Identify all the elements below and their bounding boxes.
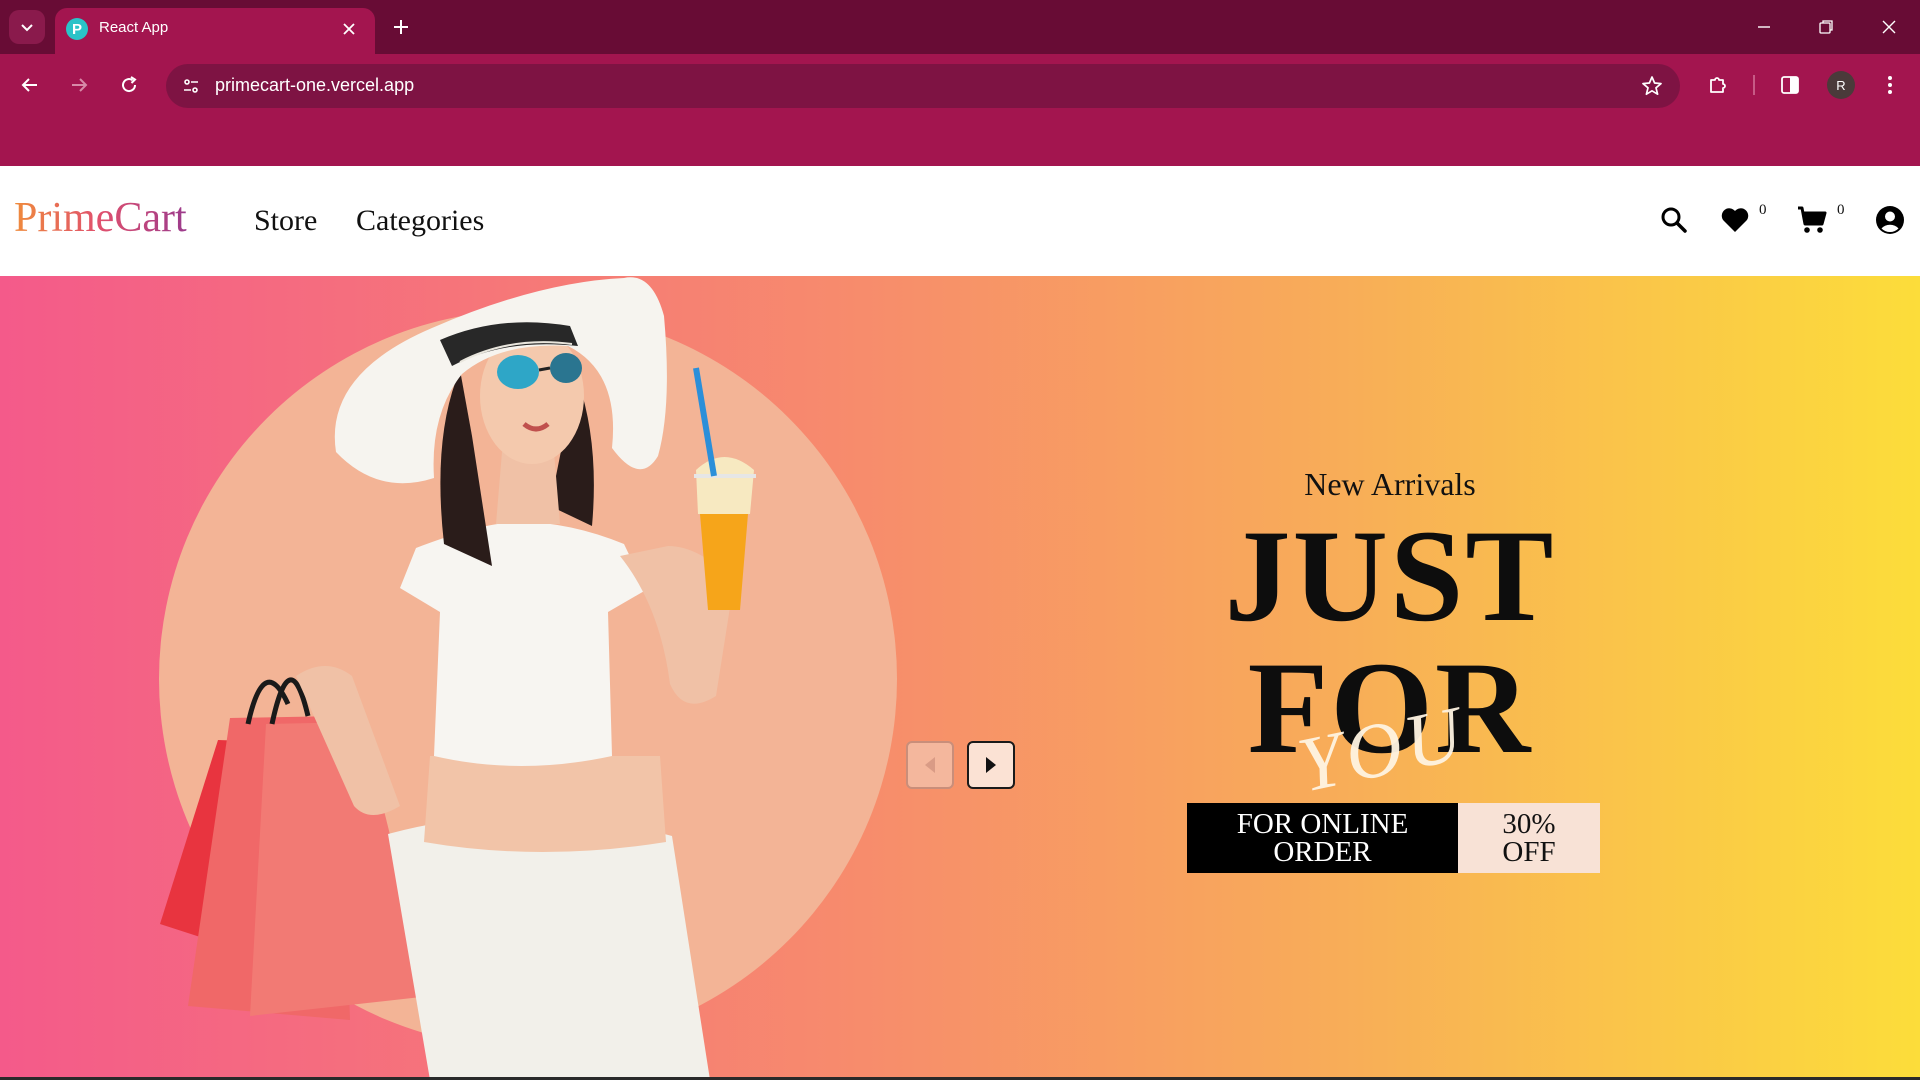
toolbar-separator xyxy=(1753,75,1755,95)
browser-tabstrip: P React App xyxy=(0,0,1920,54)
carousel-prev-button[interactable] xyxy=(906,741,954,789)
address-bar[interactable]: primecart-one.vercel.app xyxy=(166,64,1680,108)
caret-left-icon xyxy=(925,757,935,773)
search-icon xyxy=(1661,207,1687,233)
promo-online-order: FOR ONLINE ORDER xyxy=(1187,803,1458,873)
cart-count: 0 xyxy=(1837,202,1845,218)
cart-button[interactable] xyxy=(1794,202,1830,238)
carousel-next-button[interactable] xyxy=(967,741,1015,789)
arrow-right-icon xyxy=(72,78,88,92)
site-header: PrimeCart Store Categories 0 0 xyxy=(0,166,1920,276)
browser-tab-active[interactable]: P React App xyxy=(55,8,375,54)
heart-icon xyxy=(1721,208,1749,232)
back-button[interactable] xyxy=(13,68,47,102)
site-logo[interactable]: PrimeCart xyxy=(14,194,187,242)
arrow-left-icon xyxy=(21,78,37,92)
side-panel-icon xyxy=(1781,76,1799,94)
minimize-button[interactable] xyxy=(1744,10,1784,44)
site-info-button[interactable] xyxy=(176,71,206,101)
restore-button[interactable] xyxy=(1806,10,1846,44)
forward-button[interactable] xyxy=(62,68,96,102)
hero-model-image xyxy=(160,277,756,1080)
hero-eyebrow: New Arrivals xyxy=(1304,466,1476,502)
new-tab-button[interactable] xyxy=(386,12,416,42)
shopping-bags-icon xyxy=(160,677,430,1020)
hero-banner: New Arrivals JUST FOR YOU FOR ONLINE ORD… xyxy=(0,276,1920,1080)
plus-icon xyxy=(394,20,408,34)
nav-store[interactable]: Store xyxy=(254,204,317,238)
caret-right-icon xyxy=(986,757,996,773)
minimize-icon xyxy=(1758,26,1770,28)
url-text: primecart-one.vercel.app xyxy=(215,75,415,95)
tab-close-button[interactable] xyxy=(337,17,361,41)
promo-discount: 30% OFF xyxy=(1458,803,1600,873)
reload-icon xyxy=(122,76,137,93)
close-window-button[interactable] xyxy=(1869,10,1909,44)
favicon-icon: P xyxy=(66,18,88,40)
account-button[interactable] xyxy=(1872,202,1908,238)
tab-search-button[interactable] xyxy=(9,10,45,44)
account-icon xyxy=(1876,206,1904,234)
search-button[interactable] xyxy=(1656,202,1692,238)
puzzle-icon xyxy=(1710,77,1726,93)
close-icon xyxy=(343,23,355,35)
wishlist-count: 0 xyxy=(1759,202,1767,218)
tab-title: React App xyxy=(99,19,169,36)
side-panel-button[interactable] xyxy=(1773,68,1807,102)
hero-headline-line1: JUST xyxy=(1224,502,1556,649)
chevron-down-icon xyxy=(21,24,33,32)
bookmark-button[interactable] xyxy=(1638,72,1666,100)
browser-menu-button[interactable] xyxy=(1873,68,1907,102)
wishlist-button[interactable] xyxy=(1717,202,1753,238)
close-icon xyxy=(1882,20,1896,34)
cart-icon xyxy=(1798,206,1827,233)
reload-button[interactable] xyxy=(112,68,146,102)
promo-banner: FOR ONLINE ORDER 30% OFF xyxy=(1187,803,1600,873)
star-icon xyxy=(1642,76,1662,96)
more-vert-icon xyxy=(1888,76,1892,94)
profile-avatar[interactable]: R xyxy=(1827,71,1855,99)
restore-icon xyxy=(1819,20,1833,34)
browser-toolbar: primecart-one.vercel.app R xyxy=(0,54,1920,166)
tune-icon xyxy=(184,79,198,93)
extensions-button[interactable] xyxy=(1701,68,1735,102)
nav-categories[interactable]: Categories xyxy=(356,204,484,238)
